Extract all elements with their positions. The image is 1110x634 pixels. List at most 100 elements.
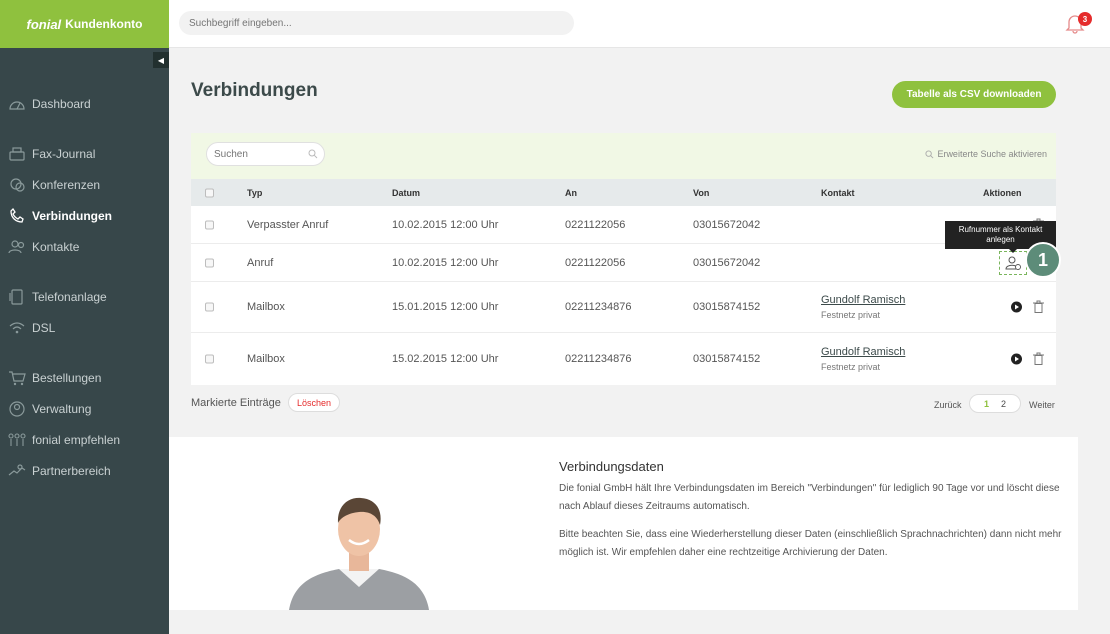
sidebar-item-label: Fax-Journal <box>32 146 96 161</box>
sidebar-item-label: Dashboard <box>32 96 91 111</box>
table-row[interactable]: Anruf 10.02.2015 12:00 Uhr 0221122056 03… <box>191 244 1056 282</box>
marked-entries-label: Markierte Einträge <box>191 397 281 409</box>
cell-datum: 10.02.2015 12:00 Uhr <box>392 256 499 269</box>
person-illustration <box>289 497 429 610</box>
admin-icon <box>7 400 27 417</box>
trash-icon[interactable] <box>1033 352 1044 365</box>
sidebar-item-label: Bestellungen <box>32 370 102 385</box>
column-header-typ[interactable]: Typ <box>247 188 262 198</box>
sidebar-item-dsl[interactable]: DSL <box>0 312 169 343</box>
column-header-an[interactable]: An <box>565 188 577 198</box>
cell-typ: Anruf <box>247 256 274 269</box>
sidebar-item-fax-journal[interactable]: Fax-Journal <box>0 138 169 169</box>
brand-logo-text: fonial <box>26 16 62 32</box>
csv-download-button[interactable]: Tabelle als CSV downloaden <box>892 81 1056 108</box>
advanced-search-label: Erweiterte Suche aktivieren <box>937 149 1047 159</box>
row-checkbox[interactable] <box>205 258 214 267</box>
info-title: Verbindungsdaten <box>559 459 664 474</box>
pager-back-link[interactable]: Zurück <box>934 400 962 410</box>
sidebar-item-label: Konferenzen <box>32 177 101 192</box>
add-contact-icon <box>1005 256 1021 270</box>
sidebar-item-verbindungen[interactable]: Verbindungen <box>0 200 169 231</box>
column-header-datum[interactable]: Datum <box>392 188 420 198</box>
topbar: 3 <box>169 0 1110 48</box>
cell-datum: 15.02.2015 12:00 Uhr <box>392 352 499 365</box>
cell-von: 03015672042 <box>693 218 761 231</box>
page-1-link[interactable]: 1 <box>984 399 989 409</box>
row-checkbox[interactable] <box>205 354 214 363</box>
advanced-search-link[interactable]: Erweiterte Suche aktivieren <box>925 149 1047 159</box>
cart-icon <box>7 370 27 386</box>
cell-typ: Mailbox <box>247 301 285 313</box>
sidebar-item-label: fonial empfehlen <box>32 432 121 447</box>
page-2-link[interactable]: 2 <box>1001 399 1006 409</box>
cell-datum: 15.01.2015 12:00 Uhr <box>392 301 499 313</box>
notification-badge: 3 <box>1078 12 1092 26</box>
info-paragraph: Die fonial GmbH hält Ihre Verbindungsdat… <box>559 483 1060 512</box>
sidebar-item-kontakte[interactable]: Kontakte <box>0 231 169 262</box>
cell-von: 03015672042 <box>693 256 761 269</box>
brand-logo[interactable]: fonial Kundenkonto <box>0 0 169 48</box>
sidebar-item-partnerbereich[interactable]: Partnerbereich <box>0 455 169 486</box>
sidebar-item-verwaltung[interactable]: Verwaltung <box>0 393 169 424</box>
pbx-icon <box>7 288 27 305</box>
row-checkbox[interactable] <box>205 220 214 229</box>
pager-next-link[interactable]: Weiter <box>1029 400 1055 410</box>
dashboard-icon <box>7 96 27 112</box>
global-search-input[interactable] <box>179 11 574 35</box>
select-all-checkbox[interactable] <box>205 188 214 197</box>
play-icon[interactable] <box>1011 353 1022 364</box>
wifi-icon <box>7 320 27 336</box>
cell-von: 03015874152 <box>693 301 761 313</box>
trash-icon[interactable] <box>1033 300 1044 314</box>
contact-link[interactable]: Gundolf Ramisch <box>821 346 905 358</box>
contacts-icon <box>7 239 27 255</box>
contact-link[interactable]: Gundolf Ramisch <box>821 294 905 306</box>
table-row[interactable]: Mailbox 15.01.2015 12:00 Uhr 02211234876… <box>191 282 1056 333</box>
sidebar-item-bestellungen[interactable]: Bestellungen <box>0 362 169 393</box>
sidebar-item-label: Partnerbereich <box>32 463 111 478</box>
table-header: Typ Datum An Von Kontakt Aktionen <box>191 179 1056 206</box>
table-row[interactable]: Mailbox 15.02.2015 12:00 Uhr 02211234876… <box>191 333 1056 384</box>
sidebar-item-telefonanlage[interactable]: Telefonanlage <box>0 281 169 312</box>
cell-an: 0221122056 <box>565 256 626 269</box>
table-row[interactable]: Verpasster Anruf 10.02.2015 12:00 Uhr 02… <box>191 206 1056 244</box>
sidebar-item-fonial-empfehlen[interactable]: fonial empfehlen <box>0 424 169 455</box>
tooltip-arrow <box>1009 249 1017 253</box>
column-header-aktionen: Aktionen <box>983 187 1022 198</box>
pagination: 1 2 <box>969 394 1021 413</box>
search-icon <box>308 149 318 159</box>
phone-icon <box>7 207 27 224</box>
column-header-kontakt[interactable]: Kontakt <box>821 188 855 198</box>
sidebar-item-label: DSL <box>32 320 56 335</box>
sidebar-item-label: Verbindungen <box>32 208 113 223</box>
connections-table: Erweiterte Suche aktivieren Typ Datum An… <box>191 133 1056 385</box>
info-paragraph: Bitte beachten Sie, dass eine Wiederhers… <box>559 529 1062 558</box>
cell-datum: 10.02.2015 12:00 Uhr <box>392 218 499 231</box>
sidebar-item-label: Verwaltung <box>32 401 92 416</box>
sidebar-item-label: Telefonanlage <box>32 289 107 304</box>
sidebar-collapse-button[interactable]: ◀ <box>153 52 169 68</box>
row-checkbox[interactable] <box>205 302 214 312</box>
fax-icon <box>7 146 27 162</box>
cell-typ: Verpasster Anruf <box>247 218 329 231</box>
filter-bar: Erweiterte Suche aktivieren <box>191 133 1056 179</box>
info-panel: Verbindungsdaten Die fonial GmbH hält Ih… <box>169 437 1078 610</box>
brand-title: Kundenkonto <box>65 17 143 31</box>
sidebar-item-dashboard[interactable]: Dashboard <box>0 88 169 119</box>
delete-button[interactable]: Löschen <box>288 393 340 412</box>
contact-subtitle: Festnetz privat <box>821 361 881 372</box>
sidebar: fonial Kundenkonto ◀ Dashboard Fax-Journ… <box>0 0 169 634</box>
search-icon <box>925 149 934 158</box>
cell-von: 03015874152 <box>693 352 761 365</box>
add-contact-button[interactable] <box>999 251 1027 275</box>
column-header-von[interactable]: Von <box>693 188 709 198</box>
recommend-icon <box>7 432 27 448</box>
sidebar-item-konferenzen[interactable]: Konferenzen <box>0 169 169 200</box>
play-icon[interactable] <box>1011 301 1022 313</box>
cell-an: 02211234876 <box>565 352 632 365</box>
page-title: Verbindungen <box>191 80 318 101</box>
cell-kontakt: Gundolf Ramisch Festnetz privat <box>821 346 905 372</box>
step-badge: 1 <box>1025 242 1061 278</box>
sidebar-nav: Dashboard Fax-Journal Konferenzen Verbin… <box>0 88 169 486</box>
